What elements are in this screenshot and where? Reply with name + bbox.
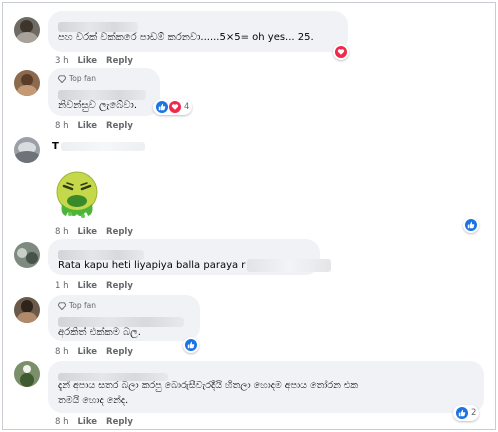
blurred-author-name[interactable] bbox=[58, 316, 184, 327]
like-icon bbox=[465, 219, 477, 231]
like-button[interactable]: Like bbox=[78, 56, 98, 66]
love-icon bbox=[335, 46, 347, 58]
avatar[interactable] bbox=[14, 137, 40, 163]
comment-bubble: දැන් අපාය සතර බලා කරපු බොරුසීවැරදීයි හිත… bbox=[48, 361, 484, 413]
top-fan-badge: Top fan bbox=[58, 73, 150, 84]
blurred-author-name[interactable] bbox=[58, 21, 138, 32]
avatar[interactable] bbox=[14, 297, 40, 323]
avatar[interactable] bbox=[14, 17, 40, 43]
like-icon bbox=[456, 407, 468, 419]
reaction-count: 4 bbox=[184, 102, 190, 112]
like-button[interactable]: Like bbox=[78, 347, 98, 357]
blurred-author-name[interactable] bbox=[58, 249, 144, 260]
comments-panel: පහ වරක් වක්කරෙ පාඩම් කරනවා......5×5= oh … bbox=[2, 2, 496, 430]
blurred-author-name[interactable] bbox=[58, 89, 146, 100]
reaction-count: 2 bbox=[471, 408, 477, 418]
like-icon bbox=[156, 101, 168, 113]
author-initial[interactable]: T bbox=[52, 141, 59, 152]
comment-bubble: Top fan නිවන්සුව ලැබේවා. bbox=[48, 68, 160, 116]
reaction-summary[interactable] bbox=[183, 337, 199, 353]
vomiting-face-sticker bbox=[56, 171, 98, 218]
comment-time[interactable]: 1 h bbox=[55, 281, 69, 291]
diamond-icon bbox=[58, 74, 66, 83]
comment-text: නිවන්සුව ලැබේවා. bbox=[58, 100, 138, 111]
comment-text: Rata kapu heti liyapiya balla paraya r bbox=[58, 258, 332, 273]
avatar[interactable] bbox=[14, 361, 40, 387]
comment-text: අරකිත් එක්කම බල. bbox=[58, 327, 141, 338]
blurred-author-name[interactable] bbox=[60, 142, 145, 151]
like-button[interactable]: Like bbox=[78, 227, 98, 237]
diamond-icon bbox=[58, 301, 66, 310]
top-fan-label: Top fan bbox=[69, 74, 97, 83]
comment-bubble: Rata kapu heti liyapiya balla paraya r bbox=[48, 239, 332, 275]
reply-button[interactable]: Reply bbox=[106, 56, 133, 66]
reaction-summary[interactable]: 4 bbox=[153, 99, 193, 115]
comment-meta: 8 h Like Reply bbox=[55, 347, 133, 357]
like-button[interactable]: Like bbox=[78, 121, 98, 131]
top-fan-badge: Top fan bbox=[58, 300, 190, 311]
comment-time[interactable]: 8 h bbox=[55, 417, 69, 427]
avatar[interactable] bbox=[14, 70, 40, 96]
like-button[interactable]: Like bbox=[78, 281, 98, 291]
reply-button[interactable]: Reply bbox=[106, 417, 133, 427]
comment-bubble: Top fan අරකිත් එක්කම බල. bbox=[48, 295, 200, 341]
comment-time[interactable]: 8 h bbox=[55, 121, 69, 131]
like-button[interactable]: Like bbox=[78, 417, 98, 427]
reaction-summary[interactable] bbox=[463, 217, 479, 233]
comment-meta: 3 h Like Reply bbox=[55, 56, 133, 66]
comment-time[interactable]: 3 h bbox=[55, 56, 69, 66]
like-icon bbox=[185, 339, 197, 351]
comment-text-line-2: තමයි හොද නේද. bbox=[58, 395, 129, 406]
comment-meta: 8 h Like Reply bbox=[55, 417, 133, 427]
top-fan-label: Top fan bbox=[69, 301, 97, 310]
blurred-text bbox=[247, 258, 332, 272]
comment-meta: 1 h Like Reply bbox=[55, 281, 133, 291]
reply-button[interactable]: Reply bbox=[106, 347, 133, 357]
comment-time[interactable]: 8 h bbox=[55, 347, 69, 357]
love-icon bbox=[169, 101, 181, 113]
avatar[interactable] bbox=[14, 242, 40, 268]
reaction-summary[interactable]: 2 bbox=[453, 405, 480, 421]
reply-button[interactable]: Reply bbox=[106, 227, 133, 237]
comment-text: පහ වරක් වක්කරෙ පාඩම් කරනවා......5×5= oh … bbox=[58, 32, 314, 43]
comment-bubble: පහ වරක් වක්කරෙ පාඩම් කරනවා......5×5= oh … bbox=[48, 11, 348, 52]
blurred-author-name[interactable] bbox=[58, 372, 168, 381]
comment-meta: 8 h Like Reply bbox=[55, 227, 133, 237]
comment-visible-text: Rata kapu heti liyapiya balla paraya r bbox=[58, 260, 246, 271]
comment-time[interactable]: 8 h bbox=[55, 227, 69, 237]
reply-button[interactable]: Reply bbox=[106, 281, 133, 291]
reaction-summary[interactable] bbox=[333, 44, 349, 60]
comment-meta: 8 h Like Reply bbox=[55, 121, 133, 131]
reply-button[interactable]: Reply bbox=[106, 121, 133, 131]
